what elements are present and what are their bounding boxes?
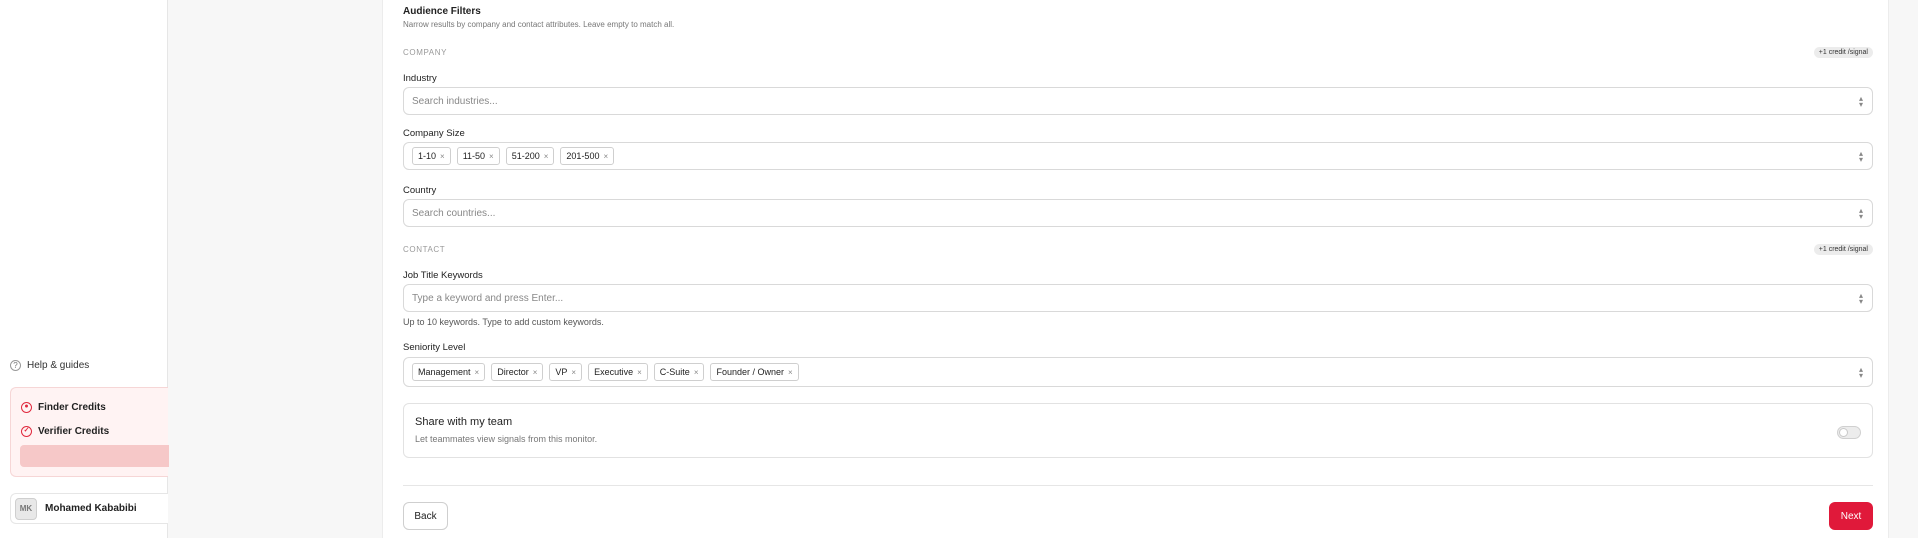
job-title-placeholder: Type a keyword and press Enter...: [412, 292, 564, 304]
industry-label: Industry: [403, 73, 437, 84]
remove-chip-icon[interactable]: ×: [571, 368, 576, 377]
company-credit-badge: +1 credit /signal: [1813, 47, 1873, 58]
chip: C-Suite ×: [653, 363, 705, 381]
remove-chip-icon[interactable]: ×: [603, 152, 608, 161]
chip: 1-10 ×: [412, 147, 451, 165]
company-group-label: COMPANY: [403, 48, 448, 57]
chevron-updown-icon: ▴ ▾: [1858, 94, 1863, 109]
remove-chip-icon[interactable]: ×: [544, 152, 549, 161]
job-title-hint: Up to 10 keywords. Type to add custom ke…: [403, 317, 604, 327]
remove-chip-icon[interactable]: ×: [440, 152, 445, 161]
seniority-select[interactable]: Management × Director × VP × Executive × C-S…: [403, 357, 1873, 387]
avatar: MK: [15, 497, 37, 520]
verifier-credits: ✓ Verifier Credits: [21, 426, 109, 437]
industry-placeholder: Search industries...: [412, 95, 498, 107]
chip: Founder / Owner ×: [710, 363, 799, 381]
verifier-credits-label: Verifier Credits: [38, 426, 110, 437]
company-size-select[interactable]: 1-10 × 11-50 × 51-200 × 201-500 × ▴ ▾: [403, 142, 1873, 170]
sidebar: ? Help & guides ● Finder Credits ✓ Verif…: [0, 0, 169, 538]
country-select[interactable]: Search countries... ▴ ▾: [403, 199, 1873, 227]
user-menu[interactable]: MK Mohamed Kababibi: [10, 493, 168, 524]
remove-chip-icon[interactable]: ×: [637, 368, 642, 377]
chip: 51-200 ×: [505, 147, 555, 165]
help-label: Help & guides: [27, 360, 90, 371]
country-placeholder: Search countries...: [412, 207, 496, 219]
section-title: Audience Filters: [403, 6, 481, 17]
company-size-label: Company Size: [403, 128, 465, 139]
job-title-input[interactable]: Type a keyword and press Enter... ▴ ▾: [403, 284, 1873, 312]
main-panel: Audience Filters Narrow results by compa…: [382, 0, 1889, 538]
search-icon: ●: [21, 402, 32, 413]
help-guides-link[interactable]: ? Help & guides: [10, 360, 89, 371]
contact-group-label: CONTACT: [403, 245, 446, 254]
share-toggle[interactable]: [1837, 426, 1861, 439]
chip: 201-500 ×: [560, 147, 615, 165]
share-with-team-card: Share with my team Let teammates view si…: [403, 403, 1873, 458]
remove-chip-icon[interactable]: ×: [489, 152, 494, 161]
chip: Director ×: [491, 363, 544, 381]
chevron-updown-icon: ▴ ▾: [1858, 291, 1863, 306]
check-circle-icon: ✓: [21, 426, 32, 437]
finder-credits-label: Finder Credits: [38, 402, 106, 413]
seniority-label: Seniority Level: [403, 342, 466, 353]
toggle-knob: [1839, 428, 1848, 437]
back-button[interactable]: Back: [403, 502, 448, 530]
finder-credits: ● Finder Credits: [21, 402, 106, 413]
remove-chip-icon[interactable]: ×: [475, 368, 480, 377]
chevron-updown-icon: ▴ ▾: [1858, 365, 1863, 380]
remove-chip-icon[interactable]: ×: [533, 368, 538, 377]
remove-chip-icon[interactable]: ×: [788, 368, 793, 377]
upgrade-bar[interactable]: [20, 445, 169, 467]
credits-panel: ● Finder Credits ✓ Verifier Credits: [10, 387, 169, 477]
country-label: Country: [403, 185, 437, 196]
section-subtitle: Narrow results by company and contact at…: [403, 20, 675, 29]
industry-select[interactable]: Search industries... ▴ ▾: [403, 87, 1873, 115]
chip: VP ×: [549, 363, 583, 381]
next-button[interactable]: Next: [1829, 502, 1873, 530]
remove-chip-icon[interactable]: ×: [694, 368, 699, 377]
share-subtitle: Let teammates view signals from this mon…: [415, 434, 598, 444]
user-name: Mohamed Kababibi: [45, 503, 137, 514]
share-title: Share with my team: [415, 416, 513, 428]
chip: 11-50 ×: [456, 147, 500, 165]
chip: Management ×: [412, 363, 486, 381]
job-title-label: Job Title Keywords: [403, 270, 483, 281]
contact-credit-badge: +1 credit /signal: [1813, 244, 1873, 255]
chip: Executive ×: [588, 363, 648, 381]
divider: [403, 485, 1873, 486]
chevron-updown-icon: ▴ ▾: [1858, 149, 1863, 164]
help-icon: ?: [10, 360, 21, 371]
chevron-updown-icon: ▴ ▾: [1858, 206, 1863, 221]
